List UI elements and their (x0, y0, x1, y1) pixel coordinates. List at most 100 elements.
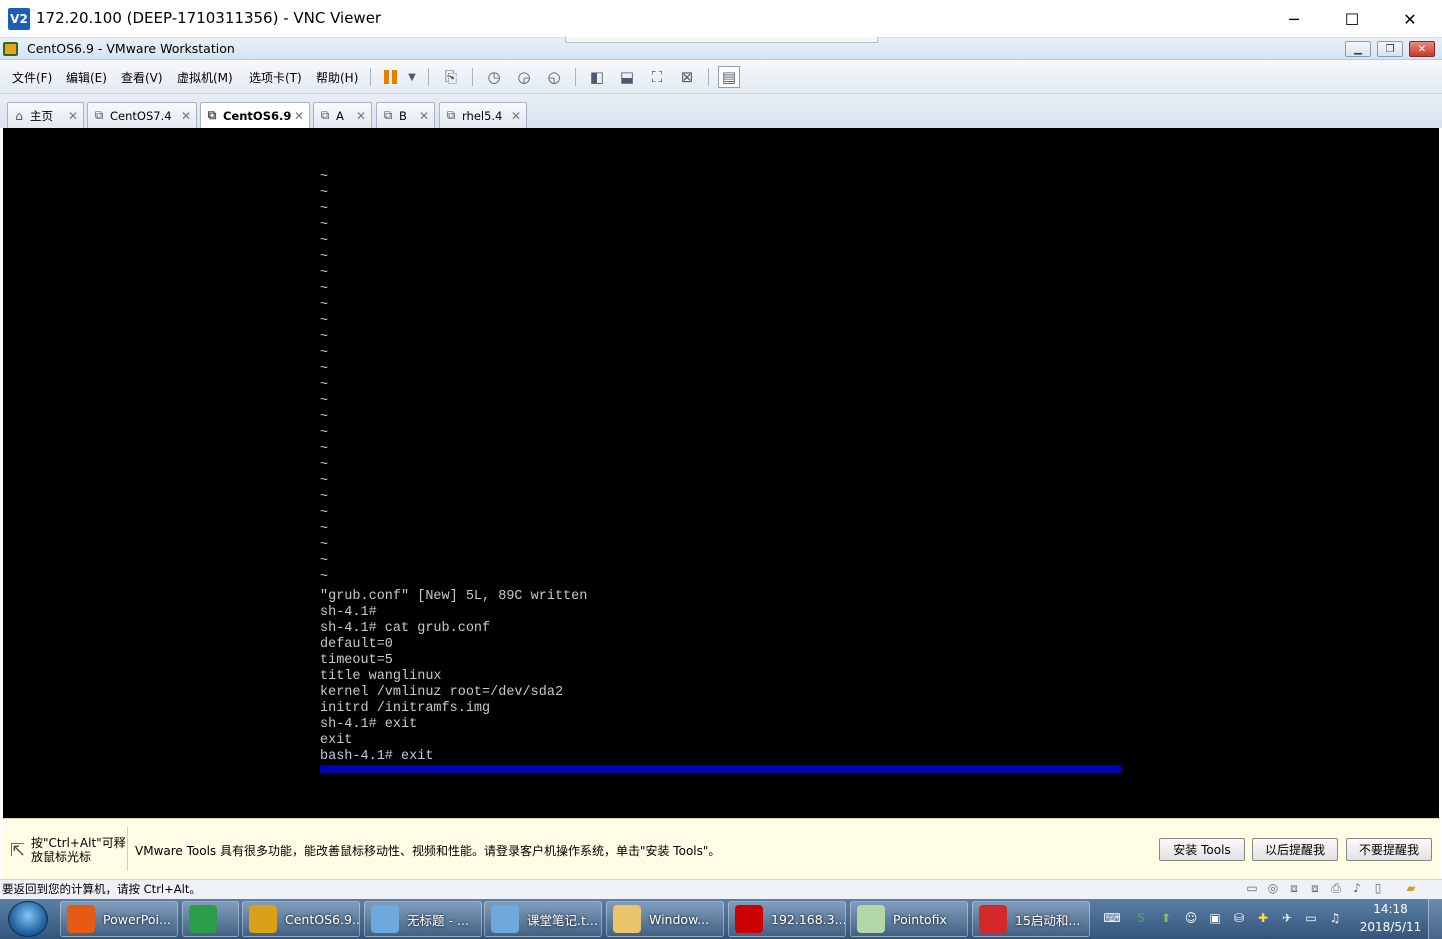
printer-icon[interactable]: ⎙ (1329, 881, 1343, 895)
tab-label: B (399, 108, 407, 123)
vmware-logo-icon (3, 42, 18, 56)
menu-tabs[interactable]: 选项卡(T) (249, 69, 302, 86)
tab-label: A (336, 108, 344, 123)
vim-tilde-line: ~ (320, 394, 329, 409)
tab-centos74[interactable]: ⧉ CentOS7.4 ✕ (87, 102, 197, 128)
terminal-line: exit (320, 733, 353, 748)
snapshot-manager-icon[interactable]: ◵ (543, 66, 565, 88)
revert-snapshot-icon[interactable]: ◶ (513, 66, 535, 88)
network-adapter-icon[interactable]: ⧈ (1308, 881, 1322, 895)
hard-disk-icon[interactable]: ▭ (1245, 881, 1259, 895)
minimize-button[interactable]: ─ (1265, 0, 1323, 38)
menu-file[interactable]: 文件(F) (12, 69, 52, 86)
vim-tilde-line: ~ (320, 458, 329, 473)
start-button[interactable] (8, 901, 48, 937)
clock-date[interactable]: 2018/5/11 (1358, 920, 1423, 934)
tab-b[interactable]: ⧉ B ✕ (376, 102, 435, 128)
close-tab-icon[interactable]: ✕ (181, 109, 191, 123)
taskbar-item[interactable]: CentOS6.9... (242, 901, 360, 937)
menu-view[interactable]: 查看(V) (121, 69, 163, 86)
install-tools-button[interactable]: 安装 Tools (1159, 838, 1245, 861)
tab-centos69[interactable]: ⧉ CentOS6.9 ✕ (200, 102, 310, 128)
never-remind-button[interactable]: 不要提醒我 (1346, 838, 1432, 861)
terminal-line: "grub.conf" [New] 5L, 89C written (320, 589, 588, 604)
terminal-line: kernel /vmlinuz root=/dev/sda2 (320, 685, 564, 700)
close-tab-icon[interactable]: ✕ (356, 109, 366, 123)
terminal-line: sh-4.1# cat grub.conf (320, 621, 491, 636)
home-icon: ⌂ (15, 108, 23, 123)
thumbnail-bar-icon[interactable]: ⬓ (616, 66, 638, 88)
show-desktop-button[interactable] (1428, 899, 1442, 939)
tab-home[interactable]: ⌂ 主页 ✕ (7, 102, 84, 128)
toolbar-separator (428, 68, 429, 86)
cd-drive-icon[interactable]: ◎ (1266, 881, 1280, 895)
taskbar-item[interactable]: Window... (606, 901, 724, 937)
power-dropdown-icon[interactable]: ▼ (401, 66, 423, 88)
network-adapter-icon[interactable]: ⧈ (1287, 881, 1301, 895)
tab-rhel54[interactable]: ⧉ rhel5.4 ✕ (439, 102, 527, 128)
clock-time[interactable]: 14:18 (1368, 902, 1413, 916)
taskbar-item[interactable]: 192.168.3... (728, 901, 846, 937)
app-icon (979, 905, 1007, 933)
close-tab-icon[interactable]: ✕ (68, 109, 78, 123)
menu-edit[interactable]: 编辑(E) (66, 69, 107, 86)
network-icon[interactable]: ▭ (1303, 910, 1319, 926)
taskbar-item[interactable]: Pointofix (850, 901, 968, 937)
upload-icon[interactable]: ⬆ (1158, 910, 1174, 926)
vim-tilde-line: ~ (320, 506, 329, 521)
close-tab-icon[interactable]: ✕ (294, 109, 304, 123)
vm-icon: ⧉ (446, 108, 456, 122)
taskbar-item[interactable]: 15启动和... (972, 901, 1090, 937)
pause-icon[interactable] (384, 70, 398, 84)
release-cursor-hint: 按"Ctrl+Alt"可释放鼠标光标 (31, 836, 126, 864)
vm-restore-button[interactable]: ❐ (1377, 41, 1403, 57)
usb-icon[interactable]: ▯ (1371, 881, 1385, 895)
snapshot-icon[interactable]: ◷ (483, 66, 505, 88)
maximize-button[interactable]: ☐ (1323, 0, 1381, 38)
taskbar-item[interactable]: 课堂笔记.t... (484, 901, 602, 937)
close-button[interactable]: ✕ (1381, 0, 1439, 38)
vm-icon: ⧉ (207, 108, 217, 122)
sound-card-icon[interactable]: ♪ (1350, 881, 1364, 895)
nvidia-icon[interactable]: ▣ (1207, 910, 1223, 926)
taskbar-item-label: PowerPoi... (103, 911, 171, 927)
taskbar-item[interactable]: 无标题 - ... (364, 901, 482, 937)
taskbar-item[interactable] (182, 901, 239, 937)
terminal-line: timeout=5 (320, 653, 393, 668)
taskbar-item-label: CentOS6.9... (285, 911, 360, 927)
close-tab-icon[interactable]: ✕ (511, 109, 521, 123)
vm-minimize-button[interactable]: ▁ (1345, 41, 1371, 57)
vnc-toolbar-handle[interactable] (565, 37, 878, 43)
app-icon (857, 905, 885, 933)
message-log-icon[interactable]: ▰ (1404, 881, 1418, 895)
people-icon[interactable]: ☺ (1183, 910, 1199, 926)
volume-icon[interactable]: ♫ (1327, 910, 1343, 926)
terminal-line: default=0 (320, 637, 393, 652)
vmware-window-title: CentOS6.9 - VMware Workstation (27, 41, 235, 56)
vm-close-button[interactable]: ✕ (1409, 41, 1435, 57)
remind-later-button[interactable]: 以后提醒我 (1252, 838, 1338, 861)
device-icon[interactable]: ⛁ (1231, 910, 1247, 926)
close-tab-icon[interactable]: ✕ (419, 109, 429, 123)
tab-a[interactable]: ⧉ A ✕ (313, 102, 372, 128)
show-library-icon[interactable]: ◧ (586, 66, 608, 88)
vim-tilde-line: ~ (320, 378, 329, 393)
sogou-icon[interactable]: S (1133, 910, 1149, 926)
vim-tilde-line: ~ (320, 218, 329, 233)
remote-icon[interactable]: ✈ (1279, 910, 1295, 926)
console-view-icon[interactable]: ▤ (718, 66, 740, 88)
send-ctrl-alt-del-icon[interactable]: ⎘ (440, 66, 462, 88)
menu-help[interactable]: 帮助(H) (316, 69, 358, 86)
full-screen-icon[interactable]: ⛶ (646, 66, 668, 88)
tab-label: CentOS7.4 (110, 108, 172, 123)
tab-label: CentOS6.9 (223, 108, 292, 123)
taskbar-item[interactable]: PowerPoi... (60, 901, 178, 937)
taskbar-item-label: 无标题 - ... (407, 912, 469, 928)
taskbar-item-label: 192.168.3... (771, 911, 846, 927)
vm-console[interactable] (3, 128, 1439, 818)
keyboard-icon[interactable]: ⌨ (1103, 910, 1120, 926)
security-icon[interactable]: ✚ (1255, 910, 1271, 926)
menu-vm[interactable]: 虚拟机(M) (177, 69, 233, 86)
vim-tilde-line: ~ (320, 266, 329, 281)
unity-icon[interactable]: ⊠ (676, 66, 698, 88)
